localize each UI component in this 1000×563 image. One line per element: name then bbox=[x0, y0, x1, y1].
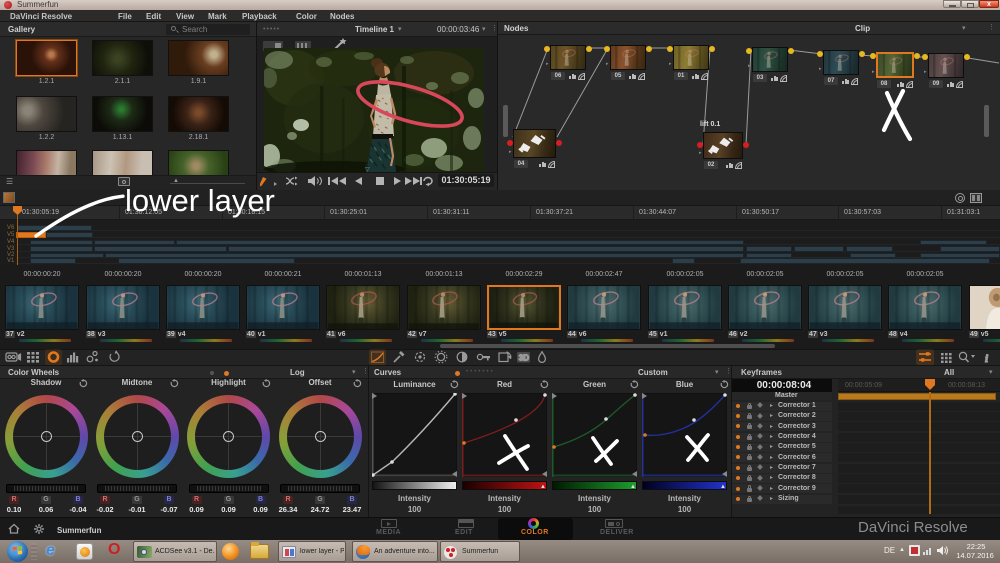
svg-text:3D: 3D bbox=[519, 354, 529, 363]
svg-text:i: i bbox=[985, 353, 989, 365]
